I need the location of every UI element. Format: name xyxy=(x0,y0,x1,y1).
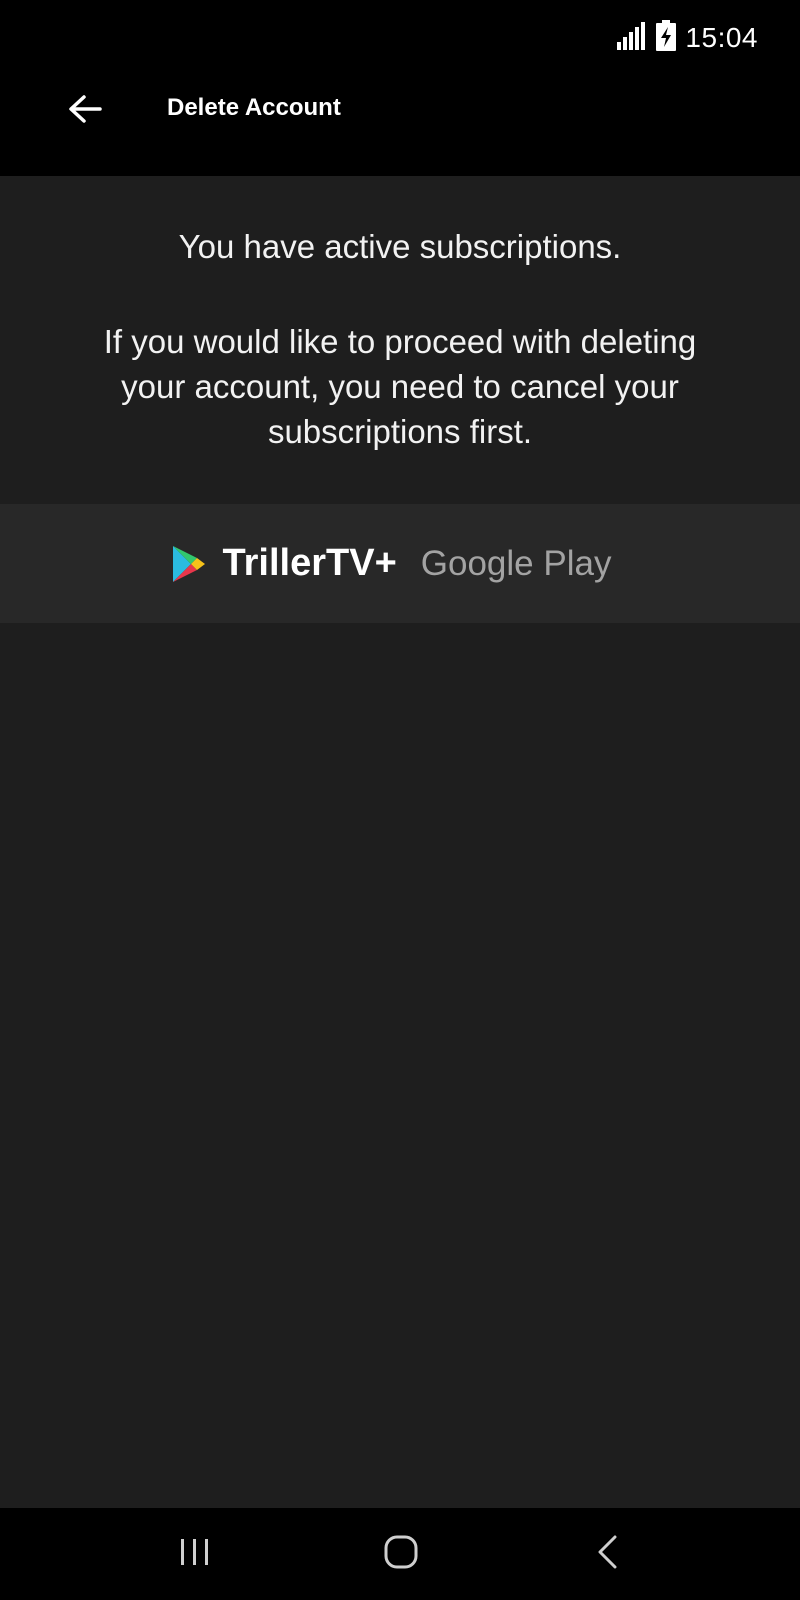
message-body: If you would like to proceed with deleti… xyxy=(103,323,697,450)
message-block: You have active subscriptions. If you wo… xyxy=(0,176,800,454)
back-button[interactable] xyxy=(60,86,110,136)
recent-apps-button[interactable] xyxy=(155,1524,235,1584)
back-icon xyxy=(596,1535,620,1574)
subscription-store: Google Play xyxy=(420,543,612,583)
app-bar: Delete Account xyxy=(0,72,800,176)
system-back-button[interactable] xyxy=(568,1524,648,1584)
arrow-left-icon xyxy=(68,94,102,129)
status-time: 15:04 xyxy=(685,22,758,53)
status-bar: 15:04 xyxy=(0,0,800,72)
battery-charging-icon xyxy=(655,19,677,57)
google-play-icon xyxy=(171,544,207,584)
status-icons: 15:04 xyxy=(617,18,758,58)
home-icon xyxy=(384,1535,418,1574)
message-headline: You have active subscriptions. xyxy=(178,228,622,265)
screen: 15:04 Delete Account You have active sub… xyxy=(0,0,800,1600)
subscription-name: TrillerTV+ xyxy=(222,542,397,584)
recent-apps-icon xyxy=(178,1537,212,1572)
home-button[interactable] xyxy=(361,1524,441,1584)
subscription-row[interactable]: TrillerTV+ Google Play xyxy=(0,504,800,623)
signal-icon xyxy=(617,21,647,55)
navigation-bar xyxy=(0,1508,800,1600)
page-title: Delete Account xyxy=(167,94,341,121)
